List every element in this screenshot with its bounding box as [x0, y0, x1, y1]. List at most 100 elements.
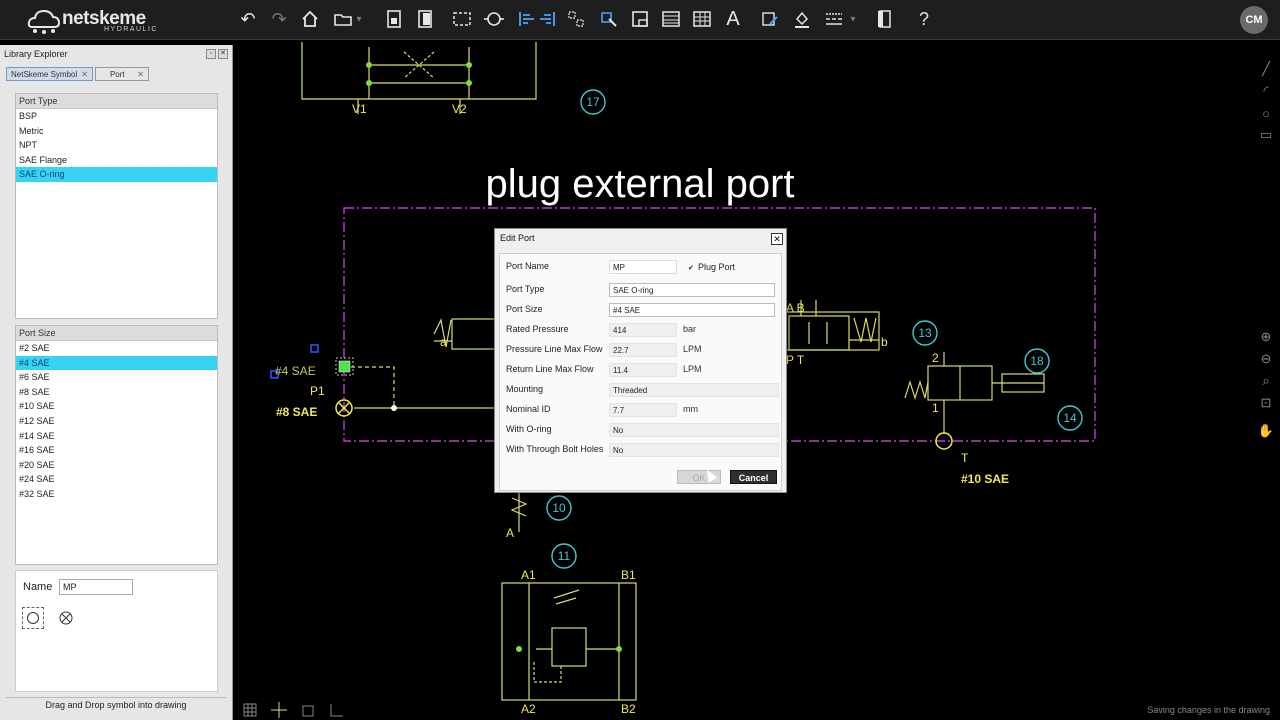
status-message: Saving changes in the drawing [1147, 705, 1270, 715]
list-item[interactable]: SAE Flange [16, 153, 217, 168]
distribute-icon[interactable] [563, 6, 589, 32]
list-item[interactable]: NPT [16, 138, 217, 153]
list-item[interactable]: #14 SAE [16, 429, 217, 444]
name-label: Name [23, 581, 53, 593]
label-1: 1 [932, 401, 939, 415]
connection-point-icon[interactable] [481, 6, 507, 32]
plugged-port-symbol[interactable] [59, 611, 73, 625]
list-item-selected[interactable]: #4 SAE [16, 355, 217, 371]
bill-of-materials-icon[interactable] [658, 6, 684, 32]
redo-icon[interactable]: ↷ [266, 6, 292, 32]
help-icon[interactable]: ? [911, 6, 937, 32]
port-name-input[interactable]: MP [609, 260, 677, 274]
table-icon[interactable] [689, 6, 715, 32]
list-item[interactable]: #10 SAE [16, 399, 217, 414]
close-icon[interactable]: ✕ [218, 49, 228, 59]
edit-properties-icon[interactable] [757, 6, 783, 32]
user-avatar[interactable]: CM [1240, 6, 1268, 34]
label-v2: V2 [452, 102, 467, 116]
row-with-oring: With O-ring No [500, 423, 783, 437]
list-item[interactable]: #8 SAE [16, 385, 217, 400]
tab-close-icon[interactable]: ✕ [81, 68, 88, 81]
undo-icon[interactable]: ↶ [235, 6, 261, 32]
draw-arc-icon[interactable]: ◜ [1257, 82, 1275, 100]
logo-subtitle: HYDRAULIC [104, 26, 158, 33]
label-port-size-ghost: #4 SAE [275, 364, 316, 378]
field-label: Pressure Line Max Flow [506, 344, 603, 354]
bubble-11: 11 [558, 549, 571, 563]
ortho-icon[interactable] [330, 704, 343, 717]
layers-icon[interactable] [872, 6, 898, 32]
text-tool-icon[interactable]: A [720, 6, 746, 32]
folder-dropdown-icon[interactable]: ▾ [352, 6, 366, 32]
list-item[interactable]: #24 SAE [16, 472, 217, 487]
list-item[interactable]: BSP [16, 109, 217, 124]
mounting-field: Threaded [609, 383, 779, 397]
list-item[interactable]: #12 SAE [16, 414, 217, 429]
label-t: T [961, 451, 969, 465]
port-type-list: Port Type BSP Metric NPT SAE Flange SAE … [15, 93, 218, 319]
row-port-size: Port Size #4 SAE [500, 303, 783, 317]
home-icon[interactable] [297, 6, 323, 32]
cancel-button[interactable]: Cancel [730, 470, 777, 484]
label-a: a [440, 335, 447, 349]
select-rectangle-icon[interactable] [449, 6, 475, 32]
library-title: Library Explorer [4, 49, 68, 59]
field-label: With O-ring [506, 424, 552, 434]
pin-icon[interactable]: ◦ [206, 49, 216, 59]
zoom-in-icon[interactable]: ⊕ [1257, 328, 1275, 346]
page-setup-icon[interactable] [381, 6, 407, 32]
plain-port-symbol[interactable] [22, 607, 44, 629]
draw-line-icon[interactable]: ╱ [1257, 60, 1275, 78]
plug-port-checkbox[interactable]: ✔ Plug Port [688, 262, 735, 273]
checkbox-label: Plug Port [698, 262, 736, 272]
fill-color-icon[interactable] [789, 6, 815, 32]
line-style-dropdown-icon[interactable]: ▾ [846, 6, 860, 32]
draw-circle-icon[interactable]: ○ [1257, 104, 1275, 122]
through-bolt-field: No [609, 443, 779, 457]
close-icon[interactable]: ✕ [771, 233, 783, 245]
line-style-icon[interactable] [821, 6, 847, 32]
frame-icon[interactable] [627, 6, 653, 32]
label-a1: A1 [521, 568, 536, 582]
zoom-window-icon[interactable]: ⊡ [1257, 394, 1275, 412]
bubble-17: 17 [586, 95, 600, 109]
label-b1: B1 [621, 568, 636, 582]
field-label: Port Size [506, 304, 543, 314]
port-type-field[interactable]: SAE O-ring [609, 283, 775, 297]
zoom-fit-icon[interactable]: ⌕ [1257, 372, 1275, 390]
snap-icon[interactable] [302, 705, 314, 717]
bubble-14: 14 [1063, 411, 1077, 425]
draw-rectangle-icon[interactable]: ▭ [1257, 126, 1275, 144]
label-v1: V1 [352, 102, 367, 116]
row-mounting: Mounting Threaded [500, 383, 783, 397]
insert-symbol-icon[interactable] [596, 6, 622, 32]
list-item[interactable]: Metric [16, 124, 217, 139]
align-right-icon[interactable] [534, 6, 560, 32]
zoom-out-icon[interactable]: ⊖ [1257, 350, 1275, 368]
list-item[interactable]: #20 SAE [16, 458, 217, 473]
port-size-field[interactable]: #4 SAE [609, 303, 775, 317]
list-item[interactable]: #6 SAE [16, 370, 217, 385]
tab-port[interactable]: Port ✕ [94, 67, 149, 81]
save-icon[interactable] [412, 6, 438, 32]
crosshair-icon[interactable] [271, 702, 287, 718]
name-input[interactable]: MP [59, 579, 133, 595]
list-item[interactable]: #16 SAE [16, 443, 217, 458]
drawing-title: plug external port [485, 162, 794, 206]
grid-icon[interactable] [243, 703, 257, 717]
list-item-selected[interactable]: SAE O-ring [16, 167, 217, 182]
list-item[interactable]: #2 SAE [16, 341, 217, 356]
label-p1: P1 [310, 384, 325, 398]
tab-netskeme-symbol[interactable]: NetSkeme Symbol ✕ [6, 67, 93, 81]
bubble-10: 10 [552, 501, 566, 515]
checkmark-icon: ✔ [688, 265, 694, 272]
tab-close-icon[interactable]: ✕ [137, 68, 144, 81]
library-window-buttons: ◦ ✕ [206, 49, 228, 59]
label-port-a: A [506, 526, 514, 540]
port-type-header: Port Type [16, 94, 217, 109]
row-through-bolt: With Through Bolt Holes No [500, 443, 783, 457]
tab-label: NetSkeme Symbol [11, 69, 78, 79]
pan-hand-icon[interactable]: ✋ [1257, 422, 1275, 440]
list-item[interactable]: #32 SAE [16, 487, 217, 502]
